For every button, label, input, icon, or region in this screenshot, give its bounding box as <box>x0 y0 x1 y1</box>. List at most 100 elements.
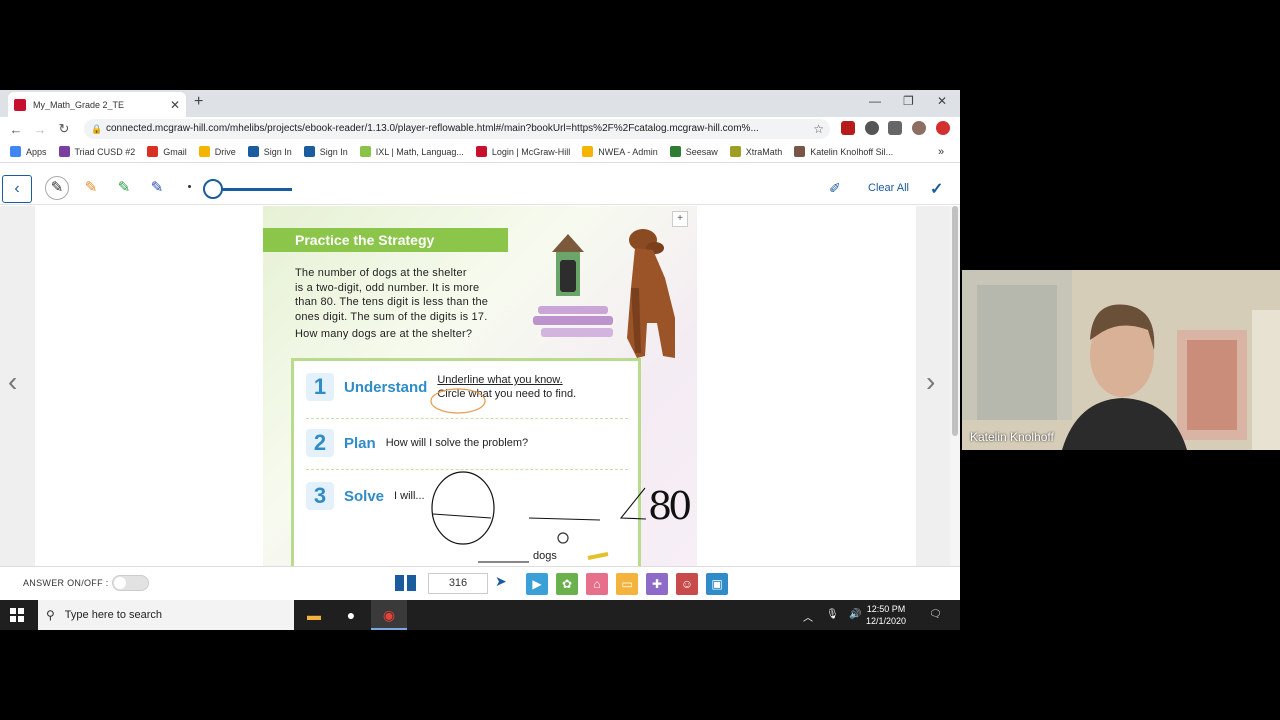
reader-viewport: ‹ › + Practice the Strategy The number o… <box>0 206 960 566</box>
chrome-icon[interactable]: ◉ <box>371 600 407 630</box>
update-icon[interactable] <box>936 121 950 135</box>
sign-in-icon <box>247 146 259 157</box>
add-tool-icon[interactable]: ✚ <box>646 573 668 595</box>
handwriting-layer <box>430 388 647 563</box>
handwritten-number: 80 <box>648 484 692 528</box>
katelin-icon <box>794 146 806 157</box>
browser-toolbar: ← → ↻ 🔒 connected.mcgraw-hill.com/mhelib… <box>0 117 960 141</box>
pen-black-icon[interactable]: ✎ <box>45 176 69 200</box>
page-number-input[interactable]: 316 <box>428 573 488 594</box>
bookmarks-bar: Apps Triad CUSD #2 Gmail Drive Sign In S… <box>0 141 960 163</box>
windows-start-icon[interactable] <box>10 608 24 622</box>
microphone-icon[interactable]: 🎙 <box>826 609 839 620</box>
nwea-icon <box>582 146 594 157</box>
tray-overflow-icon[interactable]: ︿ <box>803 609 813 624</box>
answer-unit: dogs <box>533 550 557 562</box>
bookmark-sign-in-2[interactable]: Sign In <box>303 146 348 157</box>
bookmark-sign-in-1[interactable]: Sign In <box>247 146 292 157</box>
student-icon[interactable]: ☺ <box>676 573 698 595</box>
bookmark-nwea[interactable]: NWEA - Admin <box>582 146 658 157</box>
tab-strip: My_Math_Grade 2_TE ✕ + — ❐ ✕ <box>0 90 960 117</box>
search-placeholder: Type here to search <box>64 609 163 621</box>
reload-icon[interactable]: ↻ <box>52 121 76 137</box>
resources-icon[interactable]: ✿ <box>556 573 578 595</box>
textbook-page: + Practice the Strategy The number of do… <box>263 206 697 566</box>
sign-in-icon <box>303 146 315 157</box>
screen: My_Math_Grade 2_TE ✕ + — ❐ ✕ ← → ↻ 🔒 con… <box>0 0 1280 720</box>
play-media-icon[interactable]: ▶ <box>526 573 548 595</box>
reader-bottom-bar: ANSWER ON/OFF : 316 ➤ ▶ ✿ ⌂ ▭ ✚ ☺ ▣ <box>0 566 960 600</box>
folder-icon[interactable]: ▭ <box>616 573 638 595</box>
prev-page-arrow-icon[interactable]: ‹ <box>8 366 17 398</box>
done-check-icon[interactable]: ✓ <box>930 179 943 199</box>
apps-grid-icon <box>10 146 21 157</box>
url-text: connected.mcgraw-hill.com/mhelibs/projec… <box>106 123 759 134</box>
scroll-thumb[interactable] <box>952 206 958 436</box>
file-explorer-icon[interactable]: ▬ <box>296 600 332 630</box>
tab-active[interactable]: My_Math_Grade 2_TE ✕ <box>8 92 186 117</box>
home-icon[interactable]: ⌂ <box>586 573 608 595</box>
ixl-icon <box>359 146 371 157</box>
volume-icon[interactable]: 🔊 <box>849 609 861 620</box>
search-icon: ⚲ <box>46 608 55 622</box>
reader-back-button[interactable]: ‹ <box>2 175 32 203</box>
notifications-icon[interactable]: 🗨 <box>929 609 942 620</box>
bookmark-xtramath[interactable]: XtraMath <box>729 146 782 157</box>
acrobat-extension-icon[interactable] <box>841 121 855 135</box>
new-tab-icon[interactable]: + <box>194 93 203 111</box>
system-clock[interactable]: 12:50 PM 12/1/2020 <box>866 603 906 627</box>
minimize-icon[interactable]: — <box>869 94 881 108</box>
webcam-participant-name: Katelin Knolhoff <box>970 430 1054 444</box>
webcam-feed-image <box>962 270 1280 450</box>
triad-icon <box>58 146 70 157</box>
pen-green-icon[interactable]: ✎ <box>115 179 133 197</box>
bookmark-triad[interactable]: Triad CUSD #2 <box>58 146 135 157</box>
clock-date: 12/1/2020 <box>866 616 907 626</box>
bookmark-katelin[interactable]: Katelin Knolhoff Sil... <box>794 146 893 157</box>
pen-size-slider[interactable] <box>203 179 223 199</box>
tab-title: My_Math_Grade 2_TE <box>33 99 125 110</box>
next-page-arrow-icon[interactable]: › <box>926 366 935 398</box>
address-bar[interactable]: 🔒 connected.mcgraw-hill.com/mhelibs/proj… <box>84 119 830 139</box>
profile-avatar[interactable] <box>912 121 926 135</box>
chat-icon[interactable]: ● <box>333 600 369 630</box>
gmail-icon <box>147 146 159 157</box>
taskbar-search-input[interactable]: ⚲ Type here to search <box>38 600 294 630</box>
close-window-icon[interactable]: ✕ <box>937 94 947 108</box>
webcam-video: Katelin Knolhoff <box>962 270 1280 450</box>
mcgraw-hill-favicon-icon <box>14 98 26 111</box>
bookmark-gmail[interactable]: Gmail <box>147 146 187 157</box>
annotation-toolbar: ‹ ✎ ✎ ✎ ✎ ✐ Clear All ✓ <box>0 173 960 205</box>
windows-taskbar: ⚲ Type here to search ▬ ● ◉ ︿ 🎙 🔊 12:50 … <box>0 600 960 630</box>
clear-all-button[interactable]: Clear All <box>868 182 909 194</box>
mcgraw-hill-icon <box>475 146 487 157</box>
eraser-icon[interactable]: ✐ <box>829 180 841 197</box>
extensions-puzzle-icon[interactable] <box>865 121 879 135</box>
reading-list-icon[interactable] <box>888 121 902 135</box>
answer-toggle-label: ANSWER ON/OFF : <box>23 578 109 588</box>
pen-blue-icon[interactable]: ✎ <box>148 179 166 197</box>
bookmark-mcgraw-login[interactable]: Login | McGraw-Hill <box>475 146 570 157</box>
bookmark-seesaw[interactable]: Seesaw <box>669 146 718 157</box>
small-dot-icon <box>188 185 191 188</box>
drive-icon <box>198 146 210 157</box>
lock-icon: 🔒 <box>91 124 103 134</box>
go-to-page-icon[interactable]: ➤ <box>495 573 507 590</box>
xtramath-icon <box>729 146 741 157</box>
clock-time: 12:50 PM <box>866 604 906 614</box>
more-bookmarks-icon[interactable]: » <box>938 146 944 158</box>
back-arrow-icon[interactable]: ← <box>4 122 28 137</box>
bookmark-apps[interactable]: Apps <box>10 146 47 157</box>
bookmark-ixl[interactable]: IXL | Math, Languag... <box>359 146 464 157</box>
seesaw-icon <box>669 146 681 157</box>
pen-orange-icon[interactable]: ✎ <box>82 179 100 197</box>
forward-arrow-icon[interactable]: → <box>28 122 52 137</box>
bookmark-drive[interactable]: Drive <box>198 146 236 157</box>
close-tab-icon[interactable]: ✕ <box>170 98 180 112</box>
vertical-scrollbar[interactable] <box>950 206 960 566</box>
whiteboard-icon[interactable]: ▣ <box>706 573 728 595</box>
restore-icon[interactable]: ❐ <box>903 94 914 108</box>
bookmark-star-icon[interactable]: ☆ <box>813 119 824 139</box>
answer-toggle[interactable] <box>112 575 149 591</box>
two-page-view-icon[interactable] <box>395 575 416 591</box>
